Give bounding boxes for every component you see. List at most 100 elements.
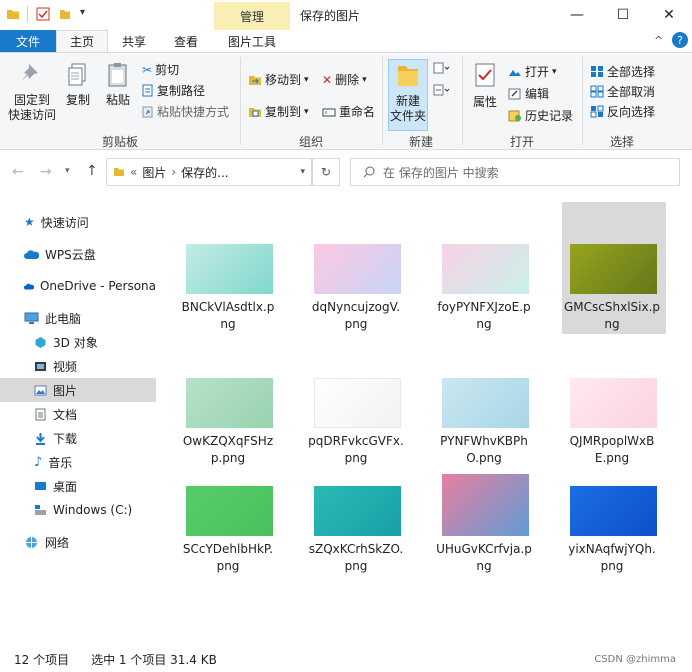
nav-item-videos[interactable]: 视频 [0,354,156,378]
easy-access-button[interactable] [432,83,450,100]
breadcrumb-pictures[interactable]: 图片 [142,164,166,181]
nav-item-3d-objects[interactable]: 3D 对象 [0,330,156,354]
copy-button[interactable]: 复制 [60,61,96,108]
tab-view[interactable]: 查看 [160,30,212,52]
properties-label: 属性 [472,95,497,109]
new-folder-button[interactable]: 新建 文件夹 [388,59,428,131]
move-to-button[interactable]: 移动到 ▾ [248,71,309,88]
file-tile[interactable]: BNCkVlAsdtlx.p ng [178,202,274,334]
delete-button[interactable]: ✕ 删除 ▾ [322,71,367,88]
nav-item-music[interactable]: ♪ 音乐 [0,450,156,474]
pin-quick-access-button[interactable]: 固定到 快速访问 [6,61,58,123]
drive-icon [35,504,46,515]
copy-to-button[interactable]: 复制到 ▾ [248,103,309,120]
help-icon[interactable]: ? [672,32,688,48]
invert-selection-button[interactable]: 反向选择 [590,103,655,120]
open-button[interactable]: 打开 ▾ [508,63,557,80]
nav-label: 此电脑 [45,311,82,326]
select-all-button[interactable]: 全部选择 [590,63,655,80]
properties-button[interactable]: 属性 [466,61,504,110]
close-button[interactable]: ✕ [646,0,692,30]
search-input[interactable]: 在 保存的图片 中搜索 [350,158,680,186]
properties-quick-icon[interactable] [36,7,50,21]
rename-button[interactable]: 重命名 [322,103,375,120]
select-none-button[interactable]: 全部取消 [590,83,655,100]
nav-item-windows-c[interactable]: Windows (C:) [0,498,156,522]
nav-item-documents[interactable]: 文档 [0,402,156,426]
history-button[interactable]: 历史记录 [508,107,573,124]
nav-item-pictures[interactable]: 图片 [0,378,156,402]
breadcrumb-separator[interactable]: › [171,165,176,179]
ribbon-divider [462,57,463,145]
quick-access-dropdown[interactable]: ▾ [80,7,85,18]
pictures-icon [34,385,47,395]
paste-shortcut-button[interactable]: 粘贴快捷方式 [142,103,229,120]
recent-locations-chevron-icon[interactable]: ▾ [65,166,70,176]
new-folder-quick-icon[interactable] [58,7,72,21]
ribbon-divider [240,57,241,145]
edit-button[interactable]: 编辑 [508,85,549,102]
move-to-icon [249,76,261,85]
onedrive-icon [24,283,34,289]
minimize-button[interactable]: — [554,0,600,30]
image-thumbnail [442,474,529,536]
nav-item-onedrive[interactable]: OneDrive - Persona [0,274,156,298]
collapse-ribbon-icon[interactable]: ^ [654,34,663,47]
select-all-label: 全部选择 [607,65,656,79]
file-tile[interactable]: UHuGvKCrfvja.p ng [434,444,532,576]
tab-file[interactable]: 文件 [0,30,56,52]
back-arrow-icon[interactable]: ← [12,164,24,180]
forward-arrow-icon[interactable]: → [40,164,52,180]
maximize-button[interactable]: ☐ [600,0,646,30]
tab-share[interactable]: 共享 [108,30,160,52]
new-folder-label-line2: 文件夹 [389,109,426,123]
chevron-down-icon: ▾ [304,74,309,85]
file-name: foyPYNFXJzoE.p ng [437,300,531,331]
nav-item-desktop[interactable]: 桌面 [0,474,156,498]
breadcrumb-overflow[interactable]: « [130,165,137,179]
ribbon: 固定到 快速访问 复制 粘贴 ✂ 剪切 复制路径 粘贴快捷方式 剪贴板 移动到 … [0,52,692,150]
copy-path-button[interactable]: 复制路径 [142,82,205,99]
file-tile[interactable]: foyPYNFXJzoE.p ng [434,202,531,334]
cut-button[interactable]: ✂ 剪切 [142,61,179,78]
download-icon [36,432,45,445]
file-name: yixNAqfwjYQh. png [568,542,656,573]
nav-item-downloads[interactable]: 下载 [0,426,156,450]
new-item-button[interactable] [432,61,450,78]
up-arrow-icon[interactable]: ↑ [86,163,98,179]
search-placeholder: 在 保存的图片 中搜索 [383,165,499,180]
delete-x-icon: ✕ [322,72,333,87]
file-tile-selected[interactable]: GMCscShxlSix.p ng [562,202,666,334]
nav-item-this-pc[interactable]: 此电脑 [0,306,156,330]
search-icon [363,166,375,178]
nav-label: 视频 [53,359,78,374]
copy-label: 复制 [65,93,90,107]
image-thumbnail [314,486,401,536]
folder-icon [7,10,19,19]
nav-label: 快速访问 [40,215,89,230]
select-none-icon [590,85,604,98]
file-name: UHuGvKCrfvja.p ng [436,542,532,573]
navigation-pane: ★ 快速访问 WPS云盘 OneDrive - Persona 此电脑 3D 对象… [0,196,160,644]
refresh-icon: ↻ [320,165,332,179]
nav-item-quick-access[interactable]: ★ 快速访问 [0,210,156,234]
tab-picture-tools[interactable]: 图片工具 [214,30,290,52]
breadcrumb-saved-pictures[interactable]: 保存的... [181,164,228,181]
new-group-label: 新建 [408,135,433,149]
refresh-button[interactable]: ↻ [312,158,340,186]
address-dropdown-icon[interactable]: ▾ [300,167,305,177]
select-all-icon [591,66,603,77]
file-tile[interactable]: sZQxKCrhSkZO. png [306,444,403,576]
paste-label: 粘贴 [105,93,130,107]
manage-tab[interactable]: 管理 [214,2,290,30]
file-tile[interactable]: dqNyncujzogV. png [306,202,402,334]
copy-to-label: 复制到 [265,105,302,119]
file-tile[interactable]: yixNAqfwjYQh. png [562,444,658,576]
nav-item-wps-cloud[interactable]: WPS云盘 [0,242,156,266]
tab-home[interactable]: 主页 [56,30,108,52]
nav-item-network[interactable]: 网络 [0,530,156,554]
file-tile[interactable]: SCcYDehlbHkP. png [178,444,274,576]
image-thumbnail [570,378,657,428]
address-bar[interactable]: « 图片 › 保存的... ▾ [106,158,312,186]
paste-button[interactable]: 粘贴 [100,61,136,108]
